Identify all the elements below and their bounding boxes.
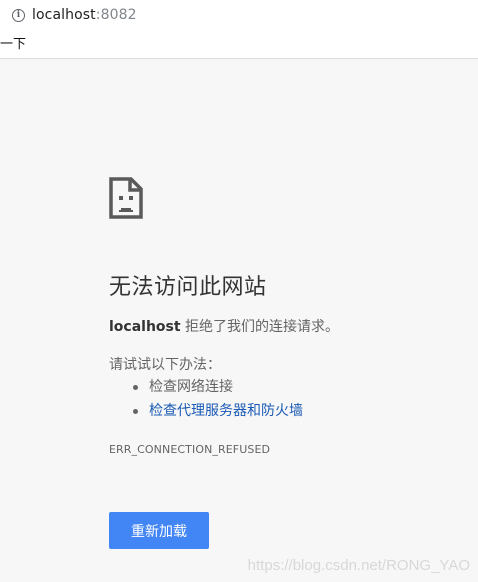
error-title: 无法访问此网站 [109, 275, 267, 300]
bookmarks-bar: 一下 [0, 30, 478, 59]
url-text[interactable]: localhost:8082 [32, 7, 137, 23]
error-page: 无法访问此网站 localhost 拒绝了我们的连接请求。 请试试以下办法： 检… [109, 177, 449, 549]
error-code: ERR_CONNECTION_REFUSED [109, 443, 271, 456]
url-port: :8082 [95, 7, 137, 23]
error-host: localhost [109, 319, 181, 335]
suggestion-item: 检查代理服务器和防火墙 [109, 399, 303, 423]
suggestion-item: 检查网络连接 [109, 375, 303, 399]
error-message: localhost 拒绝了我们的连接请求。 [109, 316, 339, 336]
watermark: https://blog.csdn.net/RONG_YAO [247, 557, 470, 574]
info-icon[interactable]: i [12, 8, 25, 22]
address-bar[interactable]: i localhost:8082 [0, 0, 478, 30]
suggestion-check-network: 检查网络连接 [149, 379, 233, 395]
error-message-text: 拒绝了我们的连接请求。 [180, 319, 340, 335]
url-host: localhost [32, 7, 96, 23]
suggestion-check-proxy-link[interactable]: 检查代理服务器和防火墙 [149, 403, 303, 419]
bookmark-item[interactable]: 一下 [0, 37, 26, 52]
sad-document-icon [109, 177, 143, 219]
suggestions-heading: 请试试以下办法： [109, 357, 221, 373]
reload-button[interactable]: 重新加载 [109, 512, 209, 549]
suggestions-list: 检查网络连接 检查代理服务器和防火墙 [109, 375, 303, 423]
